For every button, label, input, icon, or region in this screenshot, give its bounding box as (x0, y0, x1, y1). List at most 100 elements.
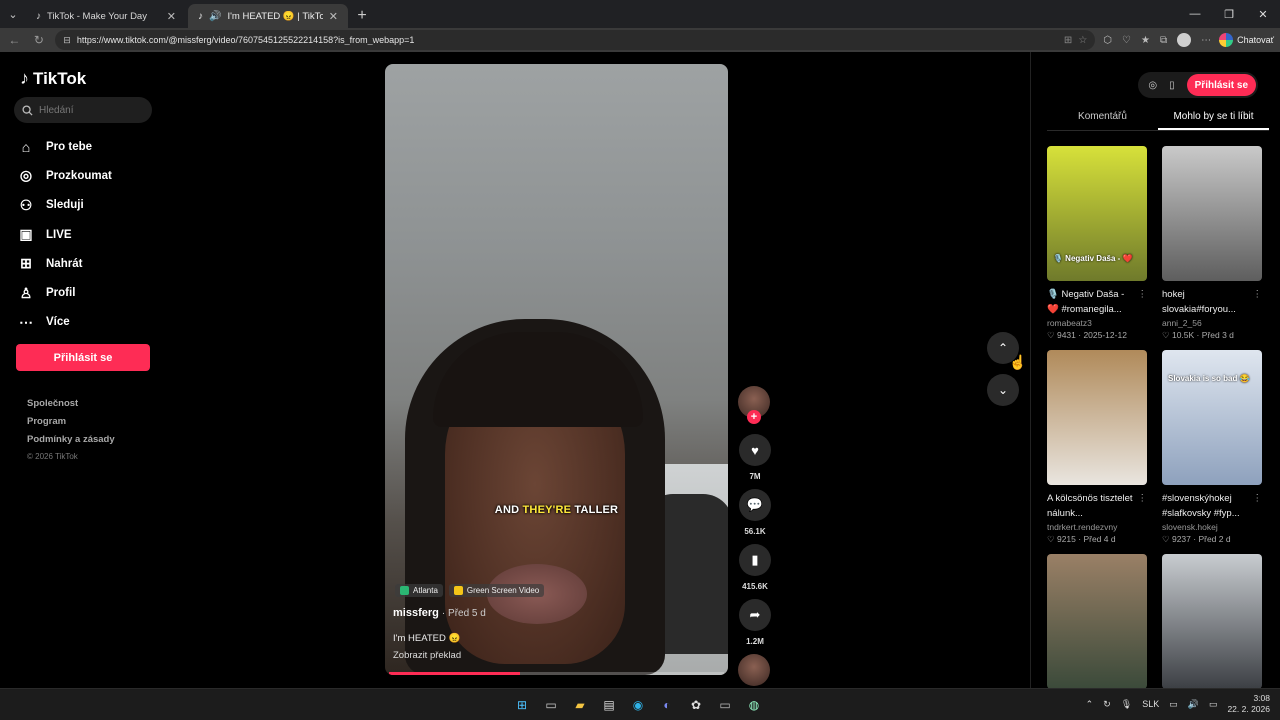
minimize-icon[interactable]: — (1178, 0, 1212, 28)
search-input[interactable] (39, 104, 139, 116)
next-video-chevron-down-icon[interactable]: ⌄ (987, 374, 1019, 406)
footer-link-program[interactable]: Program (27, 416, 115, 434)
video-thumbnail[interactable] (1162, 554, 1262, 689)
author-name[interactable]: missferg (393, 607, 439, 619)
close-tab-icon[interactable]: ✕ (167, 10, 176, 23)
video-card[interactable]: A kölcsönös tisztelet nálunk... ⋮ tndrker… (1047, 350, 1147, 545)
battery-icon[interactable]: ▭ (1209, 699, 1218, 710)
discord-icon[interactable]: ◐ (657, 695, 677, 715)
tab-actions-chevron-icon[interactable]: ⌄ (0, 0, 26, 28)
sync-icon[interactable]: ↻ (1103, 699, 1111, 710)
login-button[interactable]: Přihlásit se (16, 344, 150, 371)
file-explorer-icon[interactable]: ▰ (570, 695, 590, 715)
video-thumbnail[interactable] (1047, 350, 1147, 485)
close-window-icon[interactable]: ✕ (1246, 0, 1280, 28)
steam-icon[interactable]: ◍ (744, 695, 764, 715)
follow-plus-icon[interactable]: + (747, 410, 761, 424)
device-icon[interactable]: ▯ (1169, 80, 1175, 91)
favorite-star-icon[interactable]: ☆ (1078, 35, 1087, 46)
comment-icon[interactable]: 💬 (739, 489, 771, 521)
refresh-icon[interactable]: ↻ (31, 33, 48, 47)
footer-link-terms[interactable]: Podmínky a zásady (27, 434, 115, 452)
bookmark-icon[interactable]: ▮ (739, 544, 771, 576)
sidebar-item-sleduji[interactable]: ⚇ Sleduji (18, 191, 112, 220)
more-options-icon[interactable]: ⋮ (1253, 287, 1263, 302)
location-tag[interactable]: Atlanta (395, 584, 443, 597)
restore-icon[interactable]: ❐ (1212, 0, 1246, 28)
favorites-icon[interactable]: ★ (1141, 35, 1150, 46)
controller-icon[interactable]: ▭ (715, 695, 735, 715)
clock[interactable]: 3:08 22. 2. 2026 (1227, 693, 1270, 715)
video-card[interactable]: Slovakia is so bad 😂 #slovenskýhokej #sl… (1162, 350, 1262, 545)
sidebar-item-prozkoumat[interactable]: ◎ Prozkoumat (18, 161, 112, 190)
network-icon[interactable]: ▭ (1169, 699, 1178, 710)
card-title[interactable]: hokej slovakia#foryou... (1162, 289, 1236, 315)
tab-comments[interactable]: Komentářů (1047, 107, 1158, 130)
footer-link-company[interactable]: Společnost (27, 398, 115, 416)
translate-link[interactable]: Zobrazit překlad (393, 650, 461, 661)
sidebar-item-nahrat[interactable]: ⊞ Nahrát (18, 249, 112, 278)
site-info-icon[interactable]: ⊟ (63, 35, 71, 46)
new-tab-button[interactable]: + (350, 4, 374, 28)
tab-recommended[interactable]: Mohlo by se ti líbit (1158, 107, 1269, 130)
video-card[interactable] (1162, 554, 1262, 689)
video-thumbnail[interactable] (1047, 554, 1147, 689)
video-card[interactable]: 🎙️ Negativ Daša - ❤️ 🎙️ Negativ Daša - ❤… (1047, 146, 1147, 341)
video-thumbnail[interactable] (1162, 146, 1262, 281)
card-title[interactable]: 🎙️ Negativ Daša - ❤️ #romanegila... (1047, 289, 1124, 315)
sidebar-item-live[interactable]: ▣ LIVE (18, 220, 112, 249)
sidebar-item-pro-tebe[interactable]: ⌂ Pro tebe (18, 132, 112, 161)
share-icon[interactable]: ➦ (739, 599, 771, 631)
sidebar-item-vice[interactable]: ⋯ Více (18, 308, 112, 337)
video-thumbnail[interactable]: 🎙️ Negativ Daša - ❤️ (1047, 146, 1147, 281)
copyright: © 2026 TikTok (27, 452, 78, 461)
extensions-icon[interactable]: ⬡ (1103, 35, 1112, 46)
browser-tab-active[interactable]: ♪ 🔊 I'm HEATED 😠 | TikTok ✕ (188, 4, 348, 28)
copilot-button[interactable]: Chatovať (1219, 33, 1274, 47)
more-options-icon[interactable]: ⋮ (1253, 491, 1263, 506)
search-box[interactable] (14, 97, 152, 123)
windows-start-icon[interactable]: ⊞ (512, 695, 532, 715)
effect-tag[interactable]: Green Screen Video (448, 584, 545, 597)
more-options-icon[interactable]: ⋮ (1138, 491, 1148, 506)
back-icon[interactable]: ← (6, 33, 23, 47)
url-field[interactable]: ⊟ https://www.tiktok.com/@missferg/video… (55, 30, 1096, 50)
card-user[interactable]: tndrkert.rendezvny (1047, 522, 1147, 532)
browser-tab[interactable]: ♪ TikTok - Make Your Day ✕ (26, 4, 186, 28)
tiktok-logo[interactable]: ♪ TikTok (20, 68, 86, 89)
sound-avatar[interactable] (738, 654, 770, 686)
video-card[interactable] (1047, 554, 1147, 689)
keyboard-language[interactable]: SLK (1142, 699, 1159, 709)
more-menu-icon[interactable]: ⋯ (1201, 35, 1211, 46)
task-view-icon[interactable]: ▭ (541, 695, 561, 715)
heart-icon[interactable]: ♥ (739, 434, 771, 466)
card-title[interactable]: A kölcsönös tisztelet nálunk... (1047, 493, 1133, 519)
edge-icon[interactable]: ◉ (628, 695, 648, 715)
browser-essentials-icon[interactable]: ♡ (1122, 35, 1131, 46)
close-tab-icon[interactable]: ✕ (329, 10, 338, 23)
video-progress-bar[interactable] (389, 672, 724, 675)
speaker-icon[interactable]: 🔊 (209, 11, 221, 22)
more-options-icon[interactable]: ⋮ (1138, 287, 1148, 302)
volume-icon[interactable]: 🔊 (1188, 699, 1199, 710)
chevron-up-icon[interactable]: ⌃ (1086, 699, 1094, 710)
card-title[interactable]: #slovenskýhokej #slafkovsky #fyp... (1162, 493, 1240, 519)
card-user[interactable]: romabeatz3 (1047, 318, 1147, 328)
sidebar-item-profil[interactable]: ♙ Profil (18, 278, 112, 307)
store-icon[interactable]: ▤ (599, 695, 619, 715)
video-player[interactable]: AND THEY'RE TALLER Atlanta Green Screen … (385, 64, 728, 675)
creator-avatar[interactable]: + (738, 386, 770, 426)
video-thumbnail[interactable]: Slovakia is so bad 😂 (1162, 350, 1262, 485)
profile-avatar[interactable] (1177, 33, 1192, 47)
card-user[interactable]: anni_2_56 (1162, 318, 1262, 328)
coins-icon[interactable]: ◎ (1148, 80, 1157, 91)
chatgpt-icon[interactable]: ✿ (686, 695, 706, 715)
video-card[interactable]: hokej slovakia#foryou... ⋮ anni_2_56 ♡ 10… (1162, 146, 1262, 341)
collections-icon[interactable]: ⧉ (1160, 35, 1167, 46)
header-login-button[interactable]: Přihlásit se (1186, 74, 1256, 96)
split-screen-icon[interactable]: ⊞ (1064, 35, 1072, 46)
url-text[interactable]: https://www.tiktok.com/@missferg/video/7… (77, 35, 1058, 45)
video-actions: + ♥ 7M 💬 56.1K ▮ 415.6K ➦ 1.2M (738, 386, 772, 686)
microphone-icon[interactable]: 🎙 (1121, 699, 1132, 710)
card-user[interactable]: slovensk.hokej (1162, 522, 1262, 532)
